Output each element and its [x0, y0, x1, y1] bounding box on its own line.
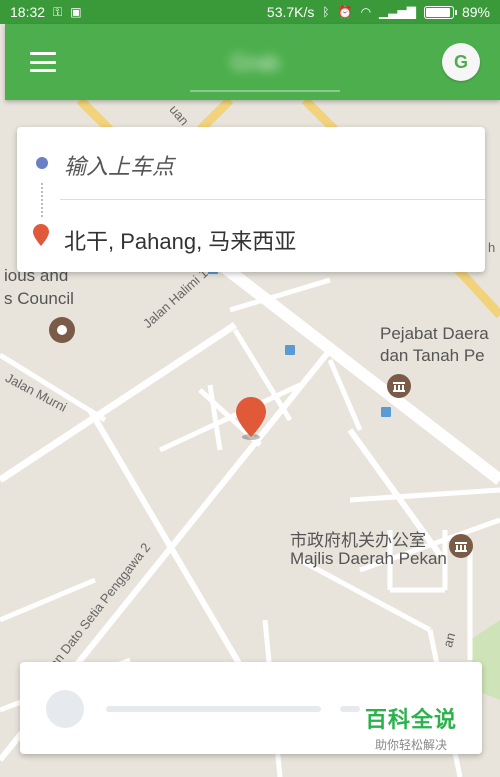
alarm-icon: ⏰ [337, 5, 353, 19]
map-label-pejabat-2: dan Tanah Pe [380, 346, 485, 365]
battery-icon [423, 5, 457, 19]
notification-icon: ▣ [70, 5, 82, 19]
map-label-zh-office: 市政府机关办公室 [290, 531, 426, 550]
map-label-pejabat-1: Pejabat Daera [380, 324, 489, 343]
app-title: Grab [230, 50, 280, 75]
watermark-slogan: 助你轻松解决 [375, 738, 448, 752]
government-building-icon[interactable] [448, 533, 474, 559]
map-label-council-2: s Council [4, 289, 74, 308]
government-building-icon[interactable] [386, 373, 412, 399]
status-bar: 18:32 ⚿ ▣ 53.7K/s ᛒ ⏰ ◠ ▁▃▅▇ 89% [0, 0, 500, 24]
map-center-pin-icon[interactable] [236, 397, 266, 441]
destination-text: 北干, Pahang, 马来西亚 [64, 229, 297, 254]
profile-avatar[interactable]: G [442, 43, 480, 81]
place-of-worship-icon[interactable] [48, 316, 76, 344]
signal-icon: ▁▃▅▇ [379, 5, 416, 19]
pickup-input[interactable]: 输入上车点 [17, 127, 485, 199]
bottom-card: 百科全说 助你轻松解决 [20, 662, 482, 754]
title-underline [190, 90, 340, 92]
bluetooth-icon: ᛒ [322, 5, 330, 19]
watermark-brand: 百科全说 [365, 707, 458, 732]
wifi-icon: ◠ [360, 5, 372, 19]
map-label-majlis: Majlis Daerah Pekan [290, 549, 447, 568]
pickup-dot-icon [36, 157, 48, 169]
battery-percent: 89% [461, 4, 490, 20]
street-label-edge-right: h [488, 240, 496, 255]
loading-bar-placeholder [340, 706, 360, 712]
destination-field[interactable]: 北干, Pahang, 马来西亚 [17, 200, 485, 272]
location-card: 输入上车点 北干, Pahang, 马来西亚 [17, 127, 485, 272]
loading-avatar-placeholder [46, 690, 84, 728]
status-time: 18:32 [10, 4, 46, 20]
app-bar: Grab G [5, 24, 500, 100]
network-speed: 53.7K/s [266, 4, 315, 20]
loading-bar-placeholder [106, 706, 321, 712]
hamburger-menu-icon[interactable] [30, 52, 56, 72]
key-icon: ⚿ [53, 5, 63, 19]
watermark: 百科全说 助你轻松解决 [365, 702, 457, 753]
pickup-placeholder: 输入上车点 [64, 154, 175, 179]
destination-pin-icon [33, 224, 49, 246]
